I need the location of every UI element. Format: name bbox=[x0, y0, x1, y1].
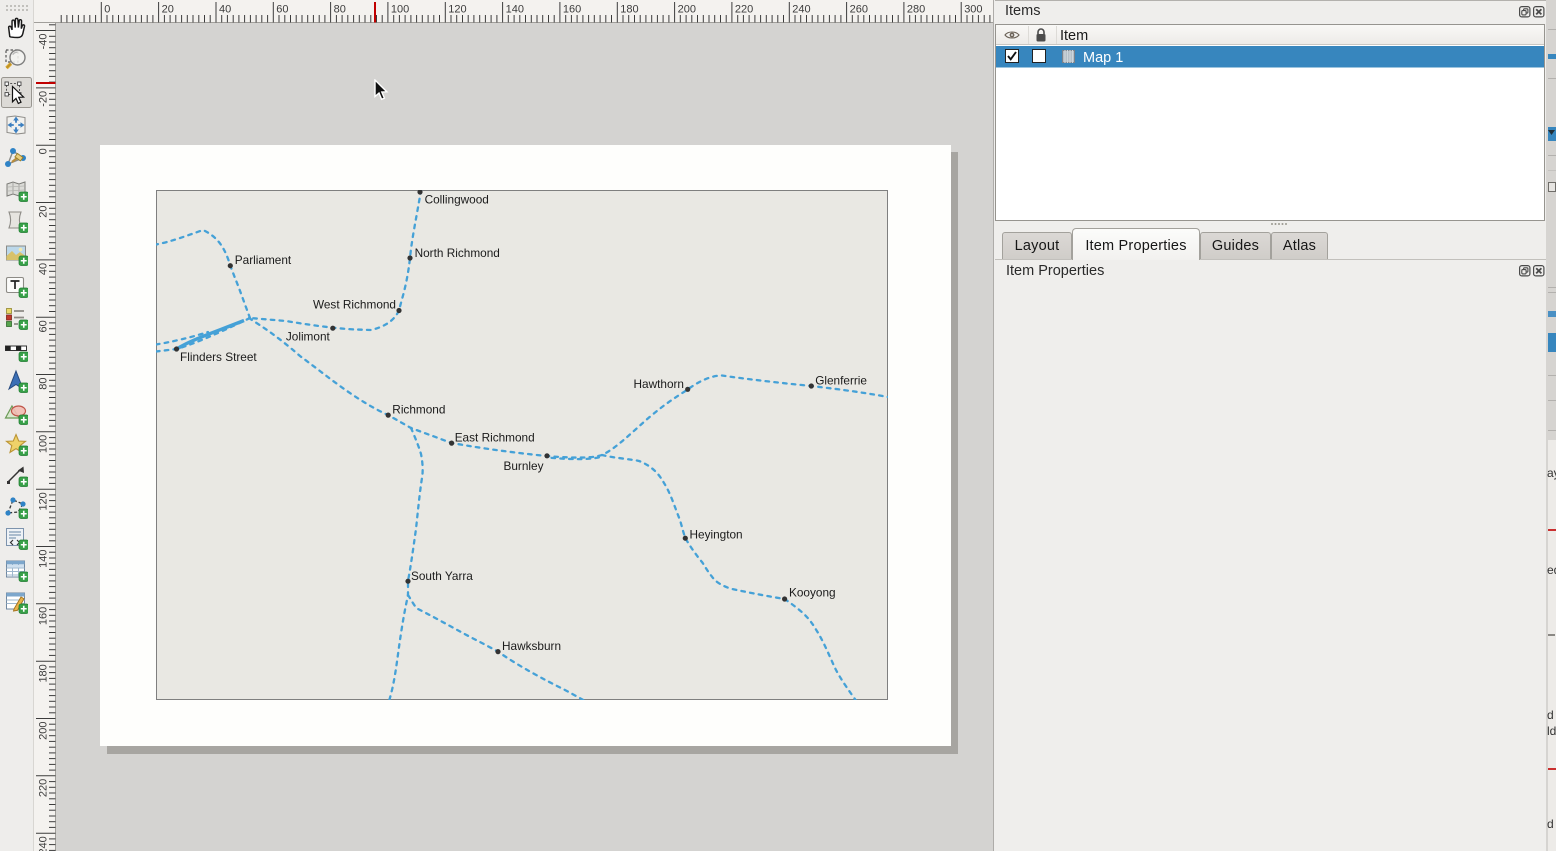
svg-text:140: 140 bbox=[506, 4, 524, 16]
svg-text:-40: -40 bbox=[38, 34, 50, 50]
svg-text:West Richmond: West Richmond bbox=[313, 298, 396, 312]
svg-text:40: 40 bbox=[219, 4, 231, 16]
svg-text:120: 120 bbox=[38, 492, 50, 510]
svg-text:40: 40 bbox=[38, 263, 50, 275]
svg-text:Collingwood: Collingwood bbox=[425, 192, 489, 206]
svg-text:Hawksburn: Hawksburn bbox=[502, 639, 561, 653]
svg-text:240: 240 bbox=[792, 4, 810, 16]
svg-text:120: 120 bbox=[448, 4, 466, 16]
svg-text:100: 100 bbox=[391, 4, 409, 16]
svg-text:North Richmond: North Richmond bbox=[415, 246, 500, 260]
svg-text:Parliament: Parliament bbox=[235, 253, 292, 267]
svg-text:260: 260 bbox=[850, 4, 868, 16]
svg-text:-20: -20 bbox=[38, 91, 50, 107]
svg-text:180: 180 bbox=[38, 664, 50, 682]
svg-text:240: 240 bbox=[38, 836, 50, 851]
svg-text:0: 0 bbox=[104, 4, 110, 16]
svg-text:60: 60 bbox=[38, 320, 50, 332]
svg-text:160: 160 bbox=[38, 607, 50, 625]
svg-text:200: 200 bbox=[678, 4, 696, 16]
svg-text:140: 140 bbox=[38, 550, 50, 568]
svg-text:Burnley: Burnley bbox=[504, 459, 544, 473]
svg-text:180: 180 bbox=[620, 4, 638, 16]
svg-text:Hawthorn: Hawthorn bbox=[634, 377, 685, 391]
svg-text:300: 300 bbox=[964, 4, 982, 16]
svg-text:20: 20 bbox=[162, 4, 174, 16]
svg-text:220: 220 bbox=[38, 779, 50, 797]
svg-text:Flinders Street: Flinders Street bbox=[180, 350, 257, 364]
svg-text:Kooyong: Kooyong bbox=[789, 586, 836, 600]
svg-text:60: 60 bbox=[276, 4, 288, 16]
svg-text:100: 100 bbox=[38, 435, 50, 453]
svg-text:East Richmond: East Richmond bbox=[455, 431, 535, 445]
svg-text:160: 160 bbox=[563, 4, 581, 16]
svg-text:Heyington: Heyington bbox=[690, 528, 743, 542]
svg-text:South Yarra: South Yarra bbox=[411, 569, 473, 583]
svg-text:Richmond: Richmond bbox=[392, 403, 445, 417]
svg-text:280: 280 bbox=[907, 4, 925, 16]
svg-text:220: 220 bbox=[735, 4, 753, 16]
svg-text:0: 0 bbox=[38, 148, 50, 154]
svg-text:200: 200 bbox=[38, 722, 50, 740]
svg-text:Glenferrie: Glenferrie bbox=[815, 373, 867, 387]
svg-text:80: 80 bbox=[334, 4, 346, 16]
svg-text:20: 20 bbox=[38, 206, 50, 218]
svg-text:Jolimont: Jolimont bbox=[286, 330, 331, 344]
svg-text:80: 80 bbox=[38, 378, 50, 390]
